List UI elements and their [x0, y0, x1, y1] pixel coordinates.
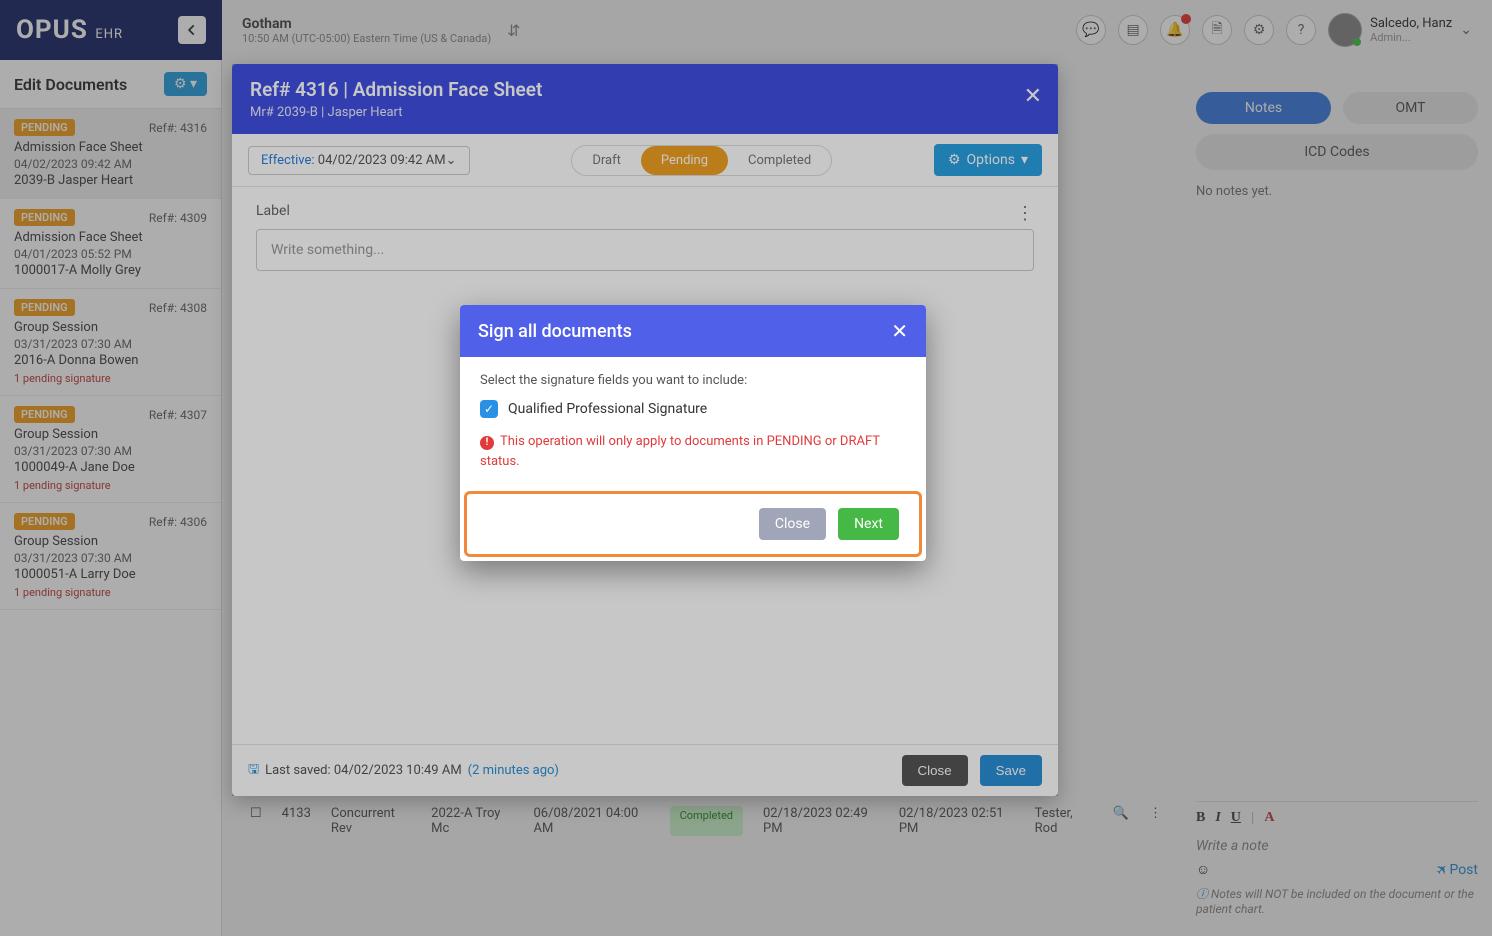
modal-footer: Close Next	[464, 491, 922, 557]
warning-icon: !	[480, 436, 494, 450]
modal-title: Sign all documents	[478, 321, 632, 342]
checkbox[interactable]: ✓	[480, 400, 498, 418]
close-icon[interactable]: ✕	[891, 319, 908, 343]
sign-all-modal: Sign all documents ✕ Select the signatur…	[460, 305, 926, 561]
modal-next-button[interactable]: Next	[838, 508, 899, 540]
warning-text: This operation will only apply to docume…	[480, 434, 880, 469]
modal-text: Select the signature fields you want to …	[480, 373, 906, 388]
modal-close-button[interactable]: Close	[759, 508, 826, 540]
checkbox-label: Qualified Professional Signature	[508, 401, 707, 417]
